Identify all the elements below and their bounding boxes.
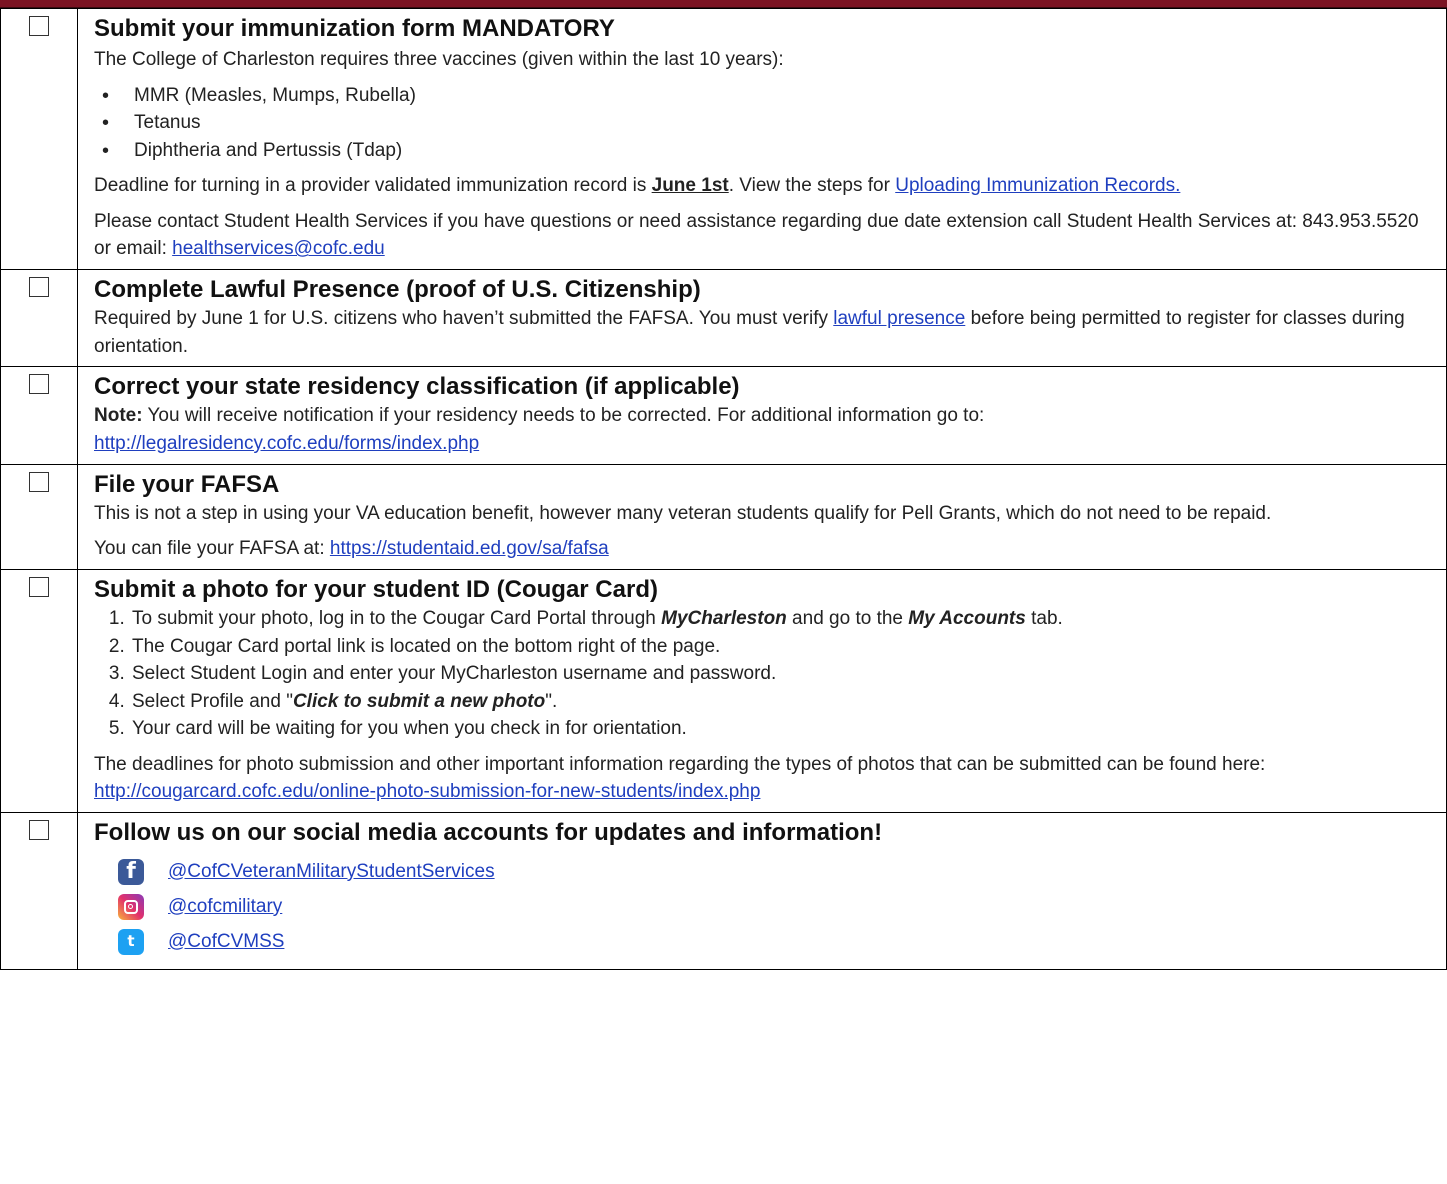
row-title: Submit a photo for your student ID (Coug… [94, 575, 658, 603]
fafsa-text: This is not a step in using your VA educ… [94, 502, 1272, 524]
header-bar [0, 0, 1447, 8]
contact-paragraph: Please contact Student Health Services i… [94, 210, 1419, 260]
checkbox[interactable] [29, 374, 49, 395]
facebook-icon: f [118, 858, 144, 885]
deadline-date: June 1st [651, 175, 729, 197]
row-title: Correct your state residency classificat… [94, 373, 740, 401]
row-title: Follow us on our social media accounts f… [94, 818, 883, 846]
checkbox[interactable] [29, 16, 49, 36]
instagram-link[interactable]: @cofcmilitary [168, 893, 282, 921]
fafsa-file-text: You can file your FAFSA at: https://stud… [94, 538, 609, 560]
checkbox[interactable] [29, 277, 49, 298]
lawful-presence-text: Required by June 1 for U.S. citizens who… [94, 308, 1405, 357]
checklist-row-fafsa: File your FAFSA This is not a step in us… [0, 463, 1447, 570]
photo-steps-list: To submit your photo, log in to the Coug… [94, 605, 1436, 743]
checklist-row-lawful-presence: Complete Lawful Presence (proof of U.S. … [0, 269, 1447, 368]
checkbox[interactable] [29, 471, 49, 492]
checklist-row-social: Follow us on our social media accounts f… [0, 811, 1447, 971]
cougar-card-link[interactable]: http://cougarcard.cofc.edu/online-photo-… [94, 781, 760, 802]
checkbox[interactable] [29, 819, 49, 840]
vaccine-list: MMR (Measles, Mumps, Rubella) Tetanus Di… [94, 82, 1436, 166]
twitter-icon: t [118, 928, 144, 955]
checkbox[interactable] [29, 576, 49, 597]
social-item-instagram: @cofcmilitary [118, 889, 1436, 924]
photo-deadline-text: The deadlines for photo submission and o… [94, 753, 1266, 803]
lawful-presence-link[interactable]: lawful presence [833, 308, 965, 329]
list-item: The Cougar Card portal link is located o… [130, 633, 1436, 661]
list-item: Your card will be waiting for you when y… [130, 715, 1436, 743]
list-item: MMR (Measles, Mumps, Rubella) [102, 82, 1436, 111]
twitter-link[interactable]: @CofCVMSS [168, 928, 284, 956]
facebook-link[interactable]: @CofCVeteranMilitaryStudentServices [168, 858, 495, 886]
fafsa-link[interactable]: https://studentaid.ed.gov/sa/fafsa [330, 538, 609, 559]
health-services-email-link[interactable]: healthservices@cofc.edu [172, 238, 385, 259]
list-item: To submit your photo, log in to the Coug… [130, 605, 1436, 633]
checklist-table: Submit your immunization form MANDATORY … [0, 7, 1447, 971]
list-item: Select Profile and "Click to submit a ne… [130, 688, 1436, 716]
social-item-twitter: t @CofCVMSS [118, 924, 1436, 959]
intro-text: The College of Charleston requires three… [94, 49, 784, 71]
legal-residency-link[interactable]: http://legalresidency.cofc.edu/forms/ind… [94, 433, 479, 454]
social-list: f @CofCVeteranMilitaryStudentServices @c… [118, 854, 1436, 959]
checklist-row-photo: Submit a photo for your student ID (Coug… [0, 568, 1447, 813]
row-title: Submit your immunization form MANDATORY [94, 15, 615, 42]
list-item: Diphtheria and Pertussis (Tdap) [102, 137, 1436, 166]
deadline-paragraph: Deadline for turning in a provider valid… [94, 175, 1181, 197]
row-title: Complete Lawful Presence (proof of U.S. … [94, 276, 701, 304]
uploading-immunization-link[interactable]: Uploading Immunization Records. [895, 175, 1180, 196]
residency-note: Note: You will receive notification if y… [94, 405, 985, 455]
checklist-row-immunization: Submit your immunization form MANDATORY … [0, 7, 1447, 271]
social-item-facebook: f @CofCVeteranMilitaryStudentServices [118, 854, 1436, 889]
row-title: File your FAFSA [94, 470, 280, 498]
list-item: Select Student Login and enter your MyCh… [130, 660, 1436, 688]
instagram-icon [118, 893, 144, 920]
list-item: Tetanus [102, 109, 1436, 138]
checklist-row-residency: Correct your state residency classificat… [0, 366, 1447, 465]
